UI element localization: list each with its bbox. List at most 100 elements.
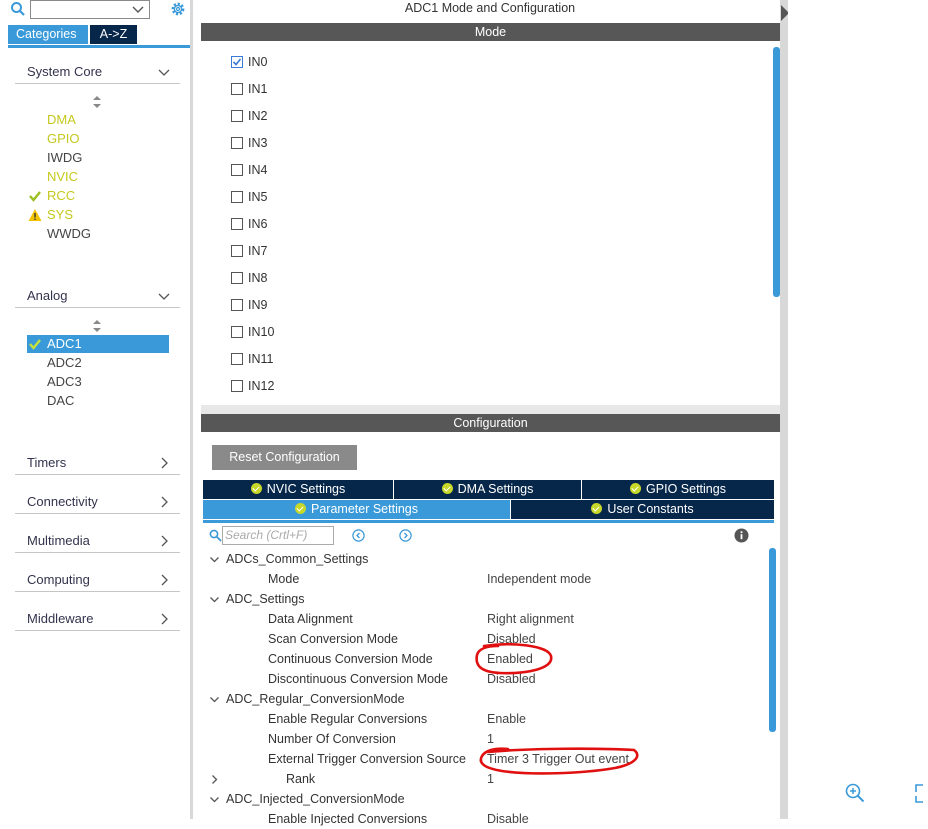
reset-configuration-button[interactable]: Reset Configuration: [212, 445, 357, 470]
chevron-down-icon: [158, 69, 170, 76]
param-name-data-alignment: Data Alignment: [268, 612, 353, 626]
param-value-scan-conversion-mode[interactable]: Disabled: [487, 629, 536, 649]
tab-parameter-settings[interactable]: Parameter Settings: [203, 500, 511, 519]
tab-gpio-settings[interactable]: GPIO Settings: [582, 480, 774, 499]
expand-arrow-icon[interactable]: [209, 694, 220, 705]
tab-dma-settings[interactable]: DMA Settings: [394, 480, 582, 499]
sidebar-item-adc1[interactable]: ADC1: [47, 335, 82, 353]
param-value-number-of-conversion[interactable]: 1: [487, 729, 494, 749]
checkbox[interactable]: [231, 137, 243, 149]
category-middleware[interactable]: Middleware: [15, 607, 180, 631]
param-value-discontinuous-conversion-mode[interactable]: Disabled: [487, 669, 536, 689]
checkbox-label: IN5: [248, 190, 268, 204]
param-value-external-trigger-conversion-source[interactable]: Timer 3 Trigger Out event: [487, 749, 629, 769]
section-splitter[interactable]: [201, 405, 780, 414]
param-name-enable-injected-conversions: Enable Injected Conversions: [268, 812, 428, 826]
collapse-arrow-icon[interactable]: [209, 774, 220, 785]
category-timers[interactable]: Timers: [15, 451, 180, 475]
parameter-search-input[interactable]: Search (Crtl+F): [222, 526, 334, 545]
tab-categories[interactable]: Categories: [8, 25, 88, 44]
checkbox[interactable]: [231, 326, 243, 338]
tab-nvic-settings[interactable]: NVIC Settings: [203, 480, 394, 499]
expand-arrow-icon[interactable]: [209, 554, 220, 565]
chevron-down-icon[interactable]: [131, 2, 145, 16]
param-group-adcs-common-settings[interactable]: ADCs_Common_Settings: [226, 549, 368, 569]
tab-a-to-z[interactable]: A->Z: [90, 25, 137, 44]
param-value-rank[interactable]: 1: [487, 769, 494, 789]
checkbox[interactable]: [231, 83, 243, 95]
checkbox[interactable]: [231, 272, 243, 284]
param-value-data-alignment[interactable]: Right alignment: [487, 609, 574, 629]
check-circle-icon: [591, 503, 603, 514]
check-icon: [29, 191, 41, 202]
param-name-number-of-conversion: Number Of Conversion: [268, 732, 396, 746]
checkbox[interactable]: [231, 191, 243, 203]
tabs-underline: [8, 45, 190, 48]
param-value-enable-regular-conversions[interactable]: Enable: [487, 709, 526, 729]
check-icon: [29, 339, 41, 350]
param-name-rank: Rank: [286, 772, 316, 786]
sidebar-item-wwdg[interactable]: WWDG: [47, 225, 91, 243]
expand-arrow-icon[interactable]: [209, 594, 220, 605]
checkbox-label: IN6: [248, 217, 268, 231]
checkbox[interactable]: [231, 353, 243, 365]
param-value-mode[interactable]: Independent mode: [487, 569, 591, 589]
check-circle-icon: [250, 483, 262, 494]
category-connectivity[interactable]: Connectivity: [15, 490, 180, 514]
sidebar-item-rcc[interactable]: RCC: [47, 187, 75, 205]
sort-icon[interactable]: [92, 320, 102, 332]
tab-user-constants[interactable]: User Constants: [511, 500, 774, 519]
checkbox-label: IN3: [248, 136, 268, 150]
category-multimedia[interactable]: Multimedia: [15, 529, 180, 553]
checkbox[interactable]: [231, 380, 243, 392]
sidebar-item-dma[interactable]: DMA: [47, 111, 76, 129]
sidebar-item-iwdg[interactable]: IWDG: [47, 149, 82, 167]
expand-arrow-icon[interactable]: [209, 794, 220, 805]
panel-splitter[interactable]: [190, 0, 193, 819]
category-label: Computing: [27, 572, 90, 587]
checkbox[interactable]: [231, 110, 243, 122]
category-system-core[interactable]: System Core: [15, 60, 180, 84]
gear-icon[interactable]: [169, 0, 187, 18]
check-circle-icon: [630, 483, 642, 494]
checkbox[interactable]: [231, 56, 243, 68]
info-icon[interactable]: [734, 528, 749, 543]
previous-arrow-icon[interactable]: [352, 529, 365, 542]
parameter-scrollbar[interactable]: [769, 548, 776, 732]
checkbox-label: IN1: [248, 82, 268, 96]
checkbox-label: IN0: [248, 55, 268, 69]
param-group-adc-settings[interactable]: ADC_Settings: [226, 589, 305, 609]
param-value-enable-injected-conversions[interactable]: Disable: [487, 809, 529, 829]
param-value-continuous-conversion-mode[interactable]: Enabled: [487, 649, 533, 669]
mode-panel: [201, 41, 780, 405]
param-group-adc-injected-conversionmode[interactable]: ADC_Injected_ConversionMode: [226, 789, 405, 809]
checkbox[interactable]: [231, 218, 243, 230]
next-arrow-icon[interactable]: [399, 529, 412, 542]
panel-splitter[interactable]: [780, 0, 788, 819]
sidebar-item-dac[interactable]: DAC: [47, 392, 74, 410]
category-label: Multimedia: [27, 533, 90, 548]
category-label: Connectivity: [27, 494, 98, 509]
sort-icon[interactable]: [92, 96, 102, 108]
checkbox[interactable]: [231, 245, 243, 257]
checkbox[interactable]: [231, 299, 243, 311]
sidebar-item-gpio[interactable]: GPIO: [47, 130, 80, 148]
mode-scrollbar[interactable]: [773, 47, 780, 297]
category-analog[interactable]: Analog: [15, 284, 180, 308]
category-computing[interactable]: Computing: [15, 568, 180, 592]
param-name-mode: Mode: [268, 572, 300, 586]
sidebar-item-sys[interactable]: SYS: [47, 206, 73, 224]
sidebar-item-nvic[interactable]: NVIC: [47, 168, 78, 186]
zoom-in-icon[interactable]: [845, 783, 865, 803]
fit-screen-icon[interactable]: [914, 783, 928, 803]
left-panel: [0, 0, 193, 819]
sidebar-item-adc2[interactable]: ADC2: [47, 354, 82, 372]
search-icon: [209, 529, 222, 542]
checkbox[interactable]: [231, 164, 243, 176]
param-group-adc-regular-conversionmode[interactable]: ADC_Regular_ConversionMode: [226, 689, 405, 709]
checkbox-label: IN12: [248, 379, 275, 393]
param-name-external-trigger-conversion-source: External Trigger Conversion Source: [268, 752, 467, 766]
chevron-down-icon: [158, 293, 170, 300]
chevron-right-icon: [161, 457, 168, 469]
sidebar-item-adc3[interactable]: ADC3: [47, 373, 82, 391]
